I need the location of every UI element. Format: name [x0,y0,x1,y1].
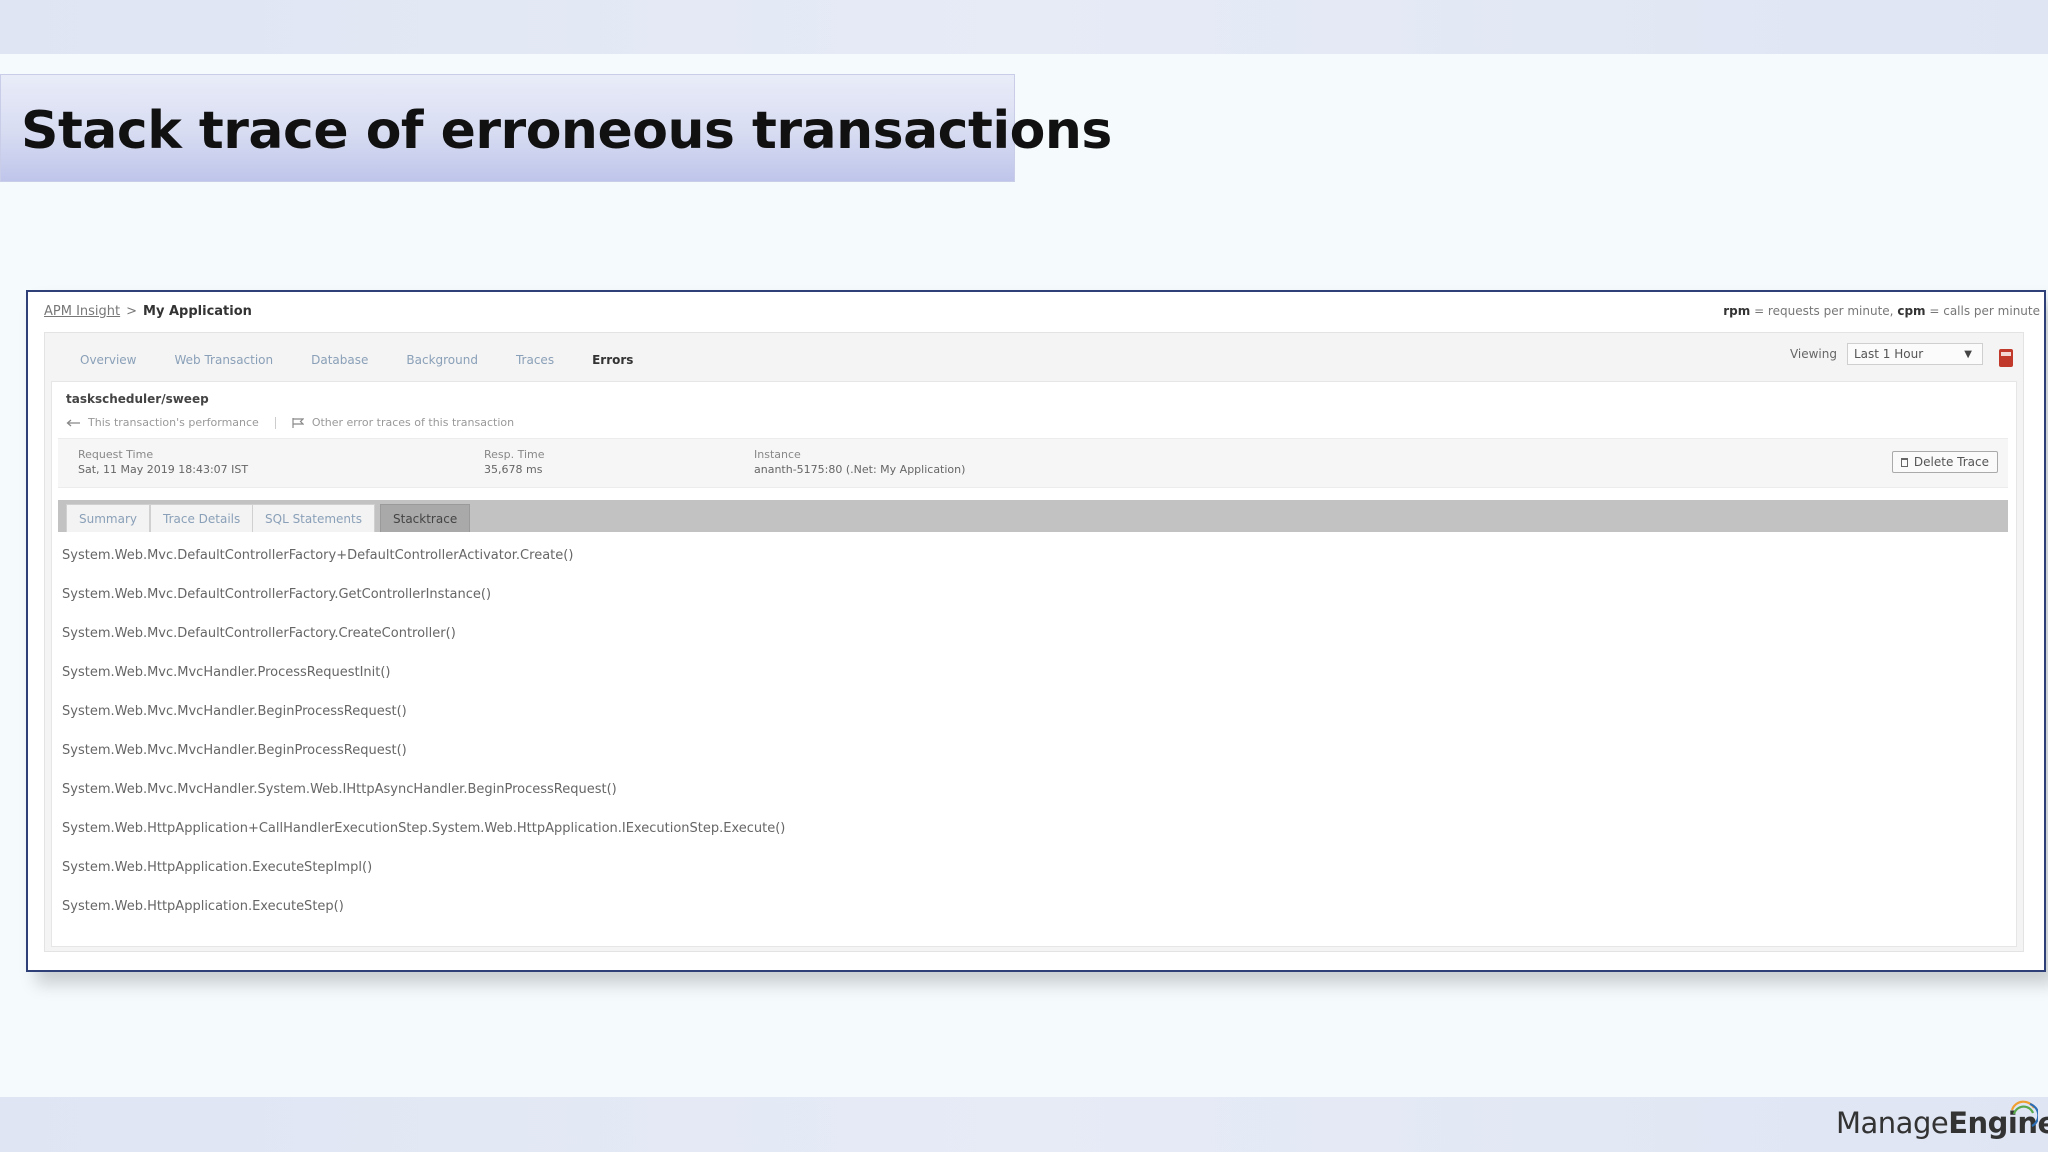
trace-detail-panel: taskscheduler/sweep This transaction's p… [51,381,2017,947]
delete-trace-label: Delete Trace [1913,455,1989,469]
other-error-traces-label: Other error traces of this transaction [311,416,515,429]
trash-icon [1900,457,1908,467]
trace-info-row: Request Time Sat, 11 May 2019 18:43:07 I… [58,438,2008,488]
breadcrumb-link-apm-insight[interactable]: APM Insight [44,304,120,319]
nav-tabs: Overview Web Transaction Database Backgr… [61,353,652,367]
breadcrumb-current: My Application [143,304,252,319]
stacktrace-line: System.Web.HttpApplication.ExecuteStep() [62,899,344,914]
response-time: Resp. Time 35,678 ms [484,447,545,477]
response-time-label: Resp. Time [484,448,545,461]
rpm-cpm-legend: rpm = requests per minute, cpm = calls p… [1723,304,2040,318]
logo-arc-icon [2010,1100,2038,1127]
time-range-value: Last 1 Hour [1854,347,1924,361]
breadcrumb: APM Insight > My Application [44,304,252,319]
tab-overview[interactable]: Overview [61,353,156,367]
chevron-down-icon: ▼ [1964,348,1972,360]
stacktrace-line: System.Web.Mvc.DefaultControllerFactory+… [62,548,574,563]
stacktrace-line: System.Web.Mvc.MvcHandler.ProcessRequest… [62,665,391,680]
tab-stacktrace[interactable]: Stacktrace [380,504,471,532]
transaction-performance-label: This transaction's performance [88,416,259,429]
cpm-key: cpm [1897,304,1926,318]
bottom-band [0,1097,2048,1152]
stacktrace-line: System.Web.Mvc.DefaultControllerFactory.… [62,587,492,602]
rpm-key: rpm [1723,304,1751,318]
request-time-value: Sat, 11 May 2019 18:43:07 IST [78,463,249,476]
stacktrace-line: System.Web.Mvc.MvcHandler.System.Web.IHt… [62,782,617,797]
instance-label: Instance [754,448,801,461]
request-time: Request Time Sat, 11 May 2019 18:43:07 I… [78,447,248,477]
cpm-text: = calls per minute [1925,304,2040,318]
tab-summary[interactable]: Summary [66,504,150,532]
rpm-text: = requests per minute, [1750,304,1898,318]
response-time-value: 35,678 ms [484,463,543,476]
tab-web-transaction[interactable]: Web Transaction [156,353,293,367]
instance: Instance ananth-5175:80 (.Net: My Applic… [754,447,965,477]
app-screenshot: APM Insight > My Application rpm = request… [26,290,2046,972]
transaction-performance-link[interactable]: This transaction's performance [66,416,259,429]
tab-sql-statements[interactable]: SQL Statements [252,504,375,532]
transaction-links: This transaction's performance Other err… [66,416,514,429]
flag-icon [292,417,304,428]
request-time-label: Request Time [78,448,154,461]
tab-trace-details[interactable]: Trace Details [150,504,254,532]
transaction-name: taskscheduler/sweep [66,392,209,406]
stacktrace-line: System.Web.Mvc.MvcHandler.BeginProcessRe… [62,743,407,758]
tab-background[interactable]: Background [387,353,497,367]
link-divider [274,416,276,429]
tab-traces[interactable]: Traces [497,353,573,367]
viewing-control: Viewing Last 1 Hour ▼ [1790,343,1983,365]
arrow-left-icon [66,419,80,426]
stacktrace-line: System.Web.Mvc.MvcHandler.BeginProcessRe… [62,704,407,719]
slide-title: Stack trace of erroneous transactions [21,101,1112,161]
main-panel: Overview Web Transaction Database Backgr… [44,332,2024,952]
time-range-select[interactable]: Last 1 Hour ▼ [1847,343,1983,365]
delete-trace-button[interactable]: Delete Trace [1891,451,1998,473]
logo-text-manage: Manage [1836,1106,1949,1140]
instance-value: ananth-5175:80 (.Net: My Application) [754,463,966,476]
tab-errors[interactable]: Errors [573,353,652,367]
other-error-traces-link[interactable]: Other error traces of this transaction [292,416,514,429]
title-banner: Stack trace of erroneous transactions [0,74,1112,182]
pdf-icon[interactable] [1999,349,2013,367]
breadcrumb-separator: > [126,304,138,319]
trace-tab-strip: Summary Trace Details SQL Statements Sta… [58,500,2008,532]
stacktrace-line: System.Web.HttpApplication+CallHandlerEx… [62,821,786,836]
stacktrace-list: System.Web.Mvc.DefaultControllerFactory+… [62,548,785,938]
viewing-label: Viewing [1789,347,1837,361]
stacktrace-line: System.Web.Mvc.DefaultControllerFactory.… [62,626,456,641]
stacktrace-line: System.Web.HttpApplication.ExecuteStepIm… [62,860,373,875]
top-band [0,0,2048,54]
tab-database[interactable]: Database [292,353,387,367]
